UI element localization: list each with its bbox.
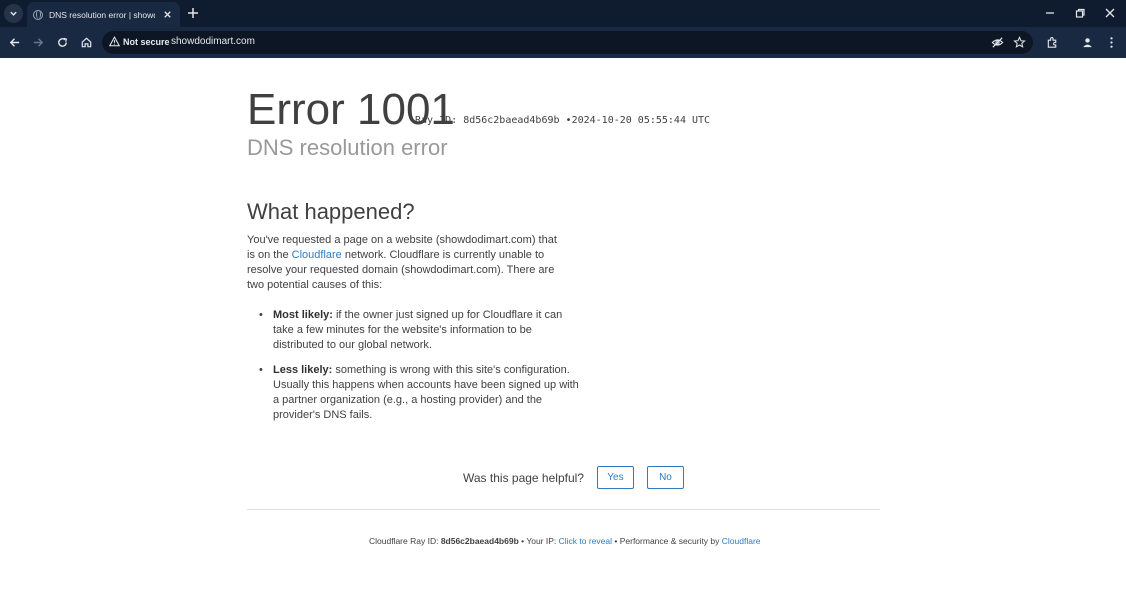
globe-icon — [33, 9, 43, 20]
browser-toolbar: Not secure showdodimart.com — [0, 27, 1126, 58]
ray-timestamp: 2024-10-20 05:55:44 UTC — [571, 115, 711, 126]
footer: Cloudflare Ray ID: 8d56c2baead4b69b • Yo… — [369, 536, 761, 546]
minimize-icon[interactable] — [1044, 7, 1056, 19]
causes-list: Most likely: if the owner just signed up… — [259, 308, 579, 433]
tab-bar: DNS resolution error | showdodimart.com — [0, 0, 1126, 27]
ray-id-header: Ray ID: 8d56c2baead4b69b •2024-10-20 05:… — [415, 115, 710, 126]
feedback-question: Was this page helpful? — [463, 470, 584, 485]
restore-icon[interactable] — [1074, 7, 1086, 19]
url-text[interactable]: showdodimart.com — [171, 36, 255, 47]
what-happened-heading: What happened? — [247, 199, 415, 224]
reload-icon[interactable] — [56, 36, 69, 49]
address-bar[interactable]: Not secure showdodimart.com — [102, 31, 1033, 54]
back-arrow-icon[interactable] — [8, 36, 21, 49]
new-tab-icon[interactable] — [187, 7, 199, 19]
cause-label: Less likely: — [273, 364, 333, 376]
list-item: Less likely: something is wrong with thi… — [259, 363, 579, 423]
feedback-yes-button[interactable]: Yes — [596, 466, 634, 489]
active-tab[interactable]: DNS resolution error | showdodimart.com — [27, 2, 180, 27]
forward-arrow-icon[interactable] — [32, 36, 45, 49]
tab-search-button[interactable] — [4, 4, 23, 23]
extensions-icon[interactable] — [1046, 36, 1059, 49]
warning-icon — [109, 36, 120, 47]
feedback-no-button[interactable]: No — [646, 466, 684, 489]
close-icon[interactable] — [162, 9, 173, 20]
footer-divider — [247, 509, 880, 510]
footer-ip-label: Your IP: — [526, 536, 559, 546]
more-menu-icon[interactable] — [1105, 36, 1118, 49]
home-icon[interactable] — [80, 36, 93, 49]
profile-icon[interactable] — [1081, 36, 1094, 49]
footer-ray-label: Cloudflare Ray ID: — [369, 536, 441, 546]
footer-perf-label: Performance & security by — [619, 536, 722, 546]
error-subtitle: DNS resolution error — [247, 135, 448, 160]
ray-id-label: Ray ID: — [415, 115, 458, 126]
footer-ray-id: 8d56c2baead4b69b — [440, 536, 519, 546]
ray-id-value: 8d56c2baead4b69b — [463, 115, 560, 126]
reveal-ip-link[interactable]: Click to reveal — [559, 536, 612, 546]
window-close-icon[interactable] — [1104, 7, 1116, 19]
cloudflare-link[interactable]: Cloudflare — [292, 249, 342, 261]
eye-off-icon[interactable] — [991, 36, 1004, 49]
chevron-down-icon — [10, 11, 17, 16]
footer-cloudflare-link[interactable]: Cloudflare — [722, 536, 761, 546]
security-indicator[interactable]: Not secure — [109, 36, 170, 47]
footer-separator: • — [612, 536, 620, 546]
feedback-section: Was this page helpful? Yes No — [463, 466, 697, 489]
explanation-paragraph: You've requested a page on a website (sh… — [247, 233, 567, 293]
cause-label: Most likely: — [273, 309, 333, 321]
list-item: Most likely: if the owner just signed up… — [259, 308, 579, 353]
tab-title: DNS resolution error | showdodimart.com — [49, 9, 155, 20]
star-icon[interactable] — [1013, 36, 1026, 49]
security-label: Not secure — [123, 36, 170, 47]
